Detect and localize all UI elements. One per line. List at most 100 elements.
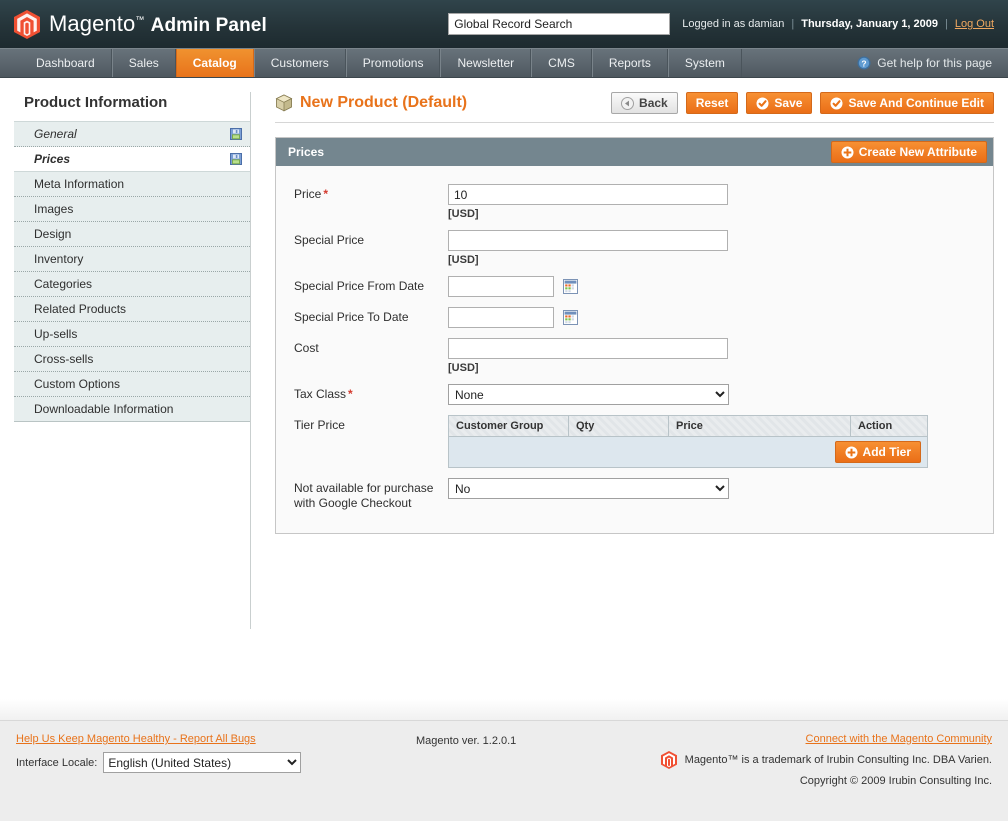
tax-class-label: Tax Class * [276, 384, 448, 405]
reset-button-label: Reset [695, 96, 729, 110]
footer-right: Connect with the Magento Community Magen… [660, 733, 992, 821]
price-input[interactable] [448, 184, 728, 205]
brand-trademark: ™ [135, 14, 145, 25]
field-row-special-from-date: Special Price From Date [276, 276, 993, 297]
sidebar-item-design[interactable]: Design [14, 222, 250, 247]
nav-item-system[interactable]: System [667, 49, 742, 77]
field-row-special-price: Special Price [USD] [276, 230, 993, 266]
special-price-from-date-label: Special Price From Date [294, 279, 425, 293]
sidebar-item-inventory[interactable]: Inventory [14, 247, 250, 272]
special-price-from-date-control [448, 276, 993, 297]
help-question-icon: ? [857, 56, 871, 70]
nav-item-promotions[interactable]: Promotions [345, 49, 441, 77]
sidebar-item-up-sells[interactable]: Up-sells [14, 322, 250, 347]
magento-community-link[interactable]: Connect with the Magento Community [806, 733, 992, 745]
field-row-price: Price* [USD] [276, 184, 993, 220]
nav-item-customers[interactable]: Customers [253, 49, 346, 77]
sidebar-item-general[interactable]: General [14, 122, 250, 147]
meta-separator-1: | [791, 18, 795, 30]
brand-title: Magento™ Admin Panel [49, 11, 267, 37]
cost-currency-note: [USD] [448, 362, 479, 374]
content-column: New Product (Default) Back Reset Save Sa… [250, 92, 994, 629]
price-label-text: Price [294, 187, 322, 201]
field-row-cost: Cost [USD] [276, 338, 993, 374]
sidebar-tab-list: General Prices Meta Information Images D… [14, 121, 250, 422]
calendar-icon[interactable] [563, 278, 579, 294]
save-and-continue-button-label: Save And Continue Edit [848, 96, 984, 110]
special-price-input[interactable] [448, 230, 728, 251]
cost-input[interactable] [448, 338, 728, 359]
cost-label: Cost [294, 341, 319, 355]
main-navigation: Dashboard Sales Catalog Customers Promot… [0, 48, 1008, 78]
calendar-icon[interactable] [563, 309, 579, 325]
tier-col-price: Price [668, 415, 851, 437]
field-row-tax-class: Tax Class * None [276, 384, 993, 405]
tier-col-customer-group: Customer Group [448, 415, 569, 437]
google-checkout-control: No [448, 478, 993, 511]
sidebar-item-custom-options[interactable]: Custom Options [14, 372, 250, 397]
save-button-label: Save [774, 96, 803, 110]
sidebar-item-categories[interactable]: Categories [14, 272, 250, 297]
prices-panel: Prices Create New Attribute Price * 10 [… [275, 137, 994, 534]
footer-trademark-row: Magento™ is a trademark of Irubin Consul… [660, 751, 992, 769]
sidebar-item-prices[interactable]: Prices [14, 147, 250, 172]
required-marker: * [348, 387, 353, 401]
nav-item-sales[interactable]: Sales [111, 49, 176, 77]
nav-item-reports[interactable]: Reports [591, 49, 668, 77]
special-price-to-date-input[interactable] [448, 307, 554, 328]
tier-price-table: Customer Group Qty Price Action Add Tier [448, 415, 928, 468]
nav-item-newsletter[interactable]: Newsletter [440, 49, 532, 77]
price-currency-note: [USD] [448, 208, 479, 220]
session-info: Logged in as damian | Thursday, January … [682, 18, 994, 30]
plus-circle-icon [845, 446, 858, 458]
magento-logo-icon [660, 751, 677, 769]
interface-locale-select[interactable]: English (United States) [103, 752, 302, 773]
sidebar-item-meta-information[interactable]: Meta Information [14, 172, 250, 197]
sidebar-item-general-label: General [34, 127, 77, 141]
header-right: Logged in as damian | Thursday, January … [448, 13, 994, 35]
brand-logo: Magento™ Admin Panel [14, 9, 267, 39]
tier-price-empty-row: Add Tier [448, 436, 928, 468]
back-button[interactable]: Back [611, 92, 678, 114]
sidebar-item-related-products[interactable]: Related Products [14, 297, 250, 322]
save-button[interactable]: Save [746, 92, 813, 114]
special-price-to-date-control [448, 307, 993, 328]
report-bugs-link[interactable]: Help Us Keep Magento Healthy - Report Al… [16, 733, 256, 745]
magento-logo-icon [14, 9, 40, 39]
sidebar-item-images[interactable]: Images [14, 197, 250, 222]
reset-button[interactable]: Reset [685, 92, 739, 114]
price-label: Price * [276, 184, 448, 220]
add-tier-button[interactable]: Add Tier [834, 441, 921, 463]
svg-text:?: ? [862, 58, 867, 68]
app-footer: Help Us Keep Magento Healthy - Report Al… [0, 721, 1008, 821]
sidebar-item-cross-sells[interactable]: Cross-sells [14, 347, 250, 372]
global-search-input[interactable] [448, 13, 671, 35]
field-row-tier-price: Tier Price Customer Group Qty Price Acti… [276, 415, 993, 468]
get-help-link[interactable]: ? Get help for this page [857, 49, 1008, 77]
tier-price-header-row: Customer Group Qty Price Action [448, 415, 928, 437]
sidebar-item-downloadable-information[interactable]: Downloadable Information [14, 397, 250, 422]
content-spacer [0, 629, 1008, 699]
tier-price-table-head: Customer Group Qty Price Action [448, 415, 928, 437]
nav-item-catalog[interactable]: Catalog [175, 49, 254, 77]
google-checkout-select[interactable]: No [448, 478, 729, 499]
product-information-sidebar: Product Information General Prices Meta … [14, 92, 250, 629]
special-price-from-date-input[interactable] [448, 276, 554, 297]
add-tier-label: Add Tier [862, 445, 911, 459]
nav-item-dashboard[interactable]: Dashboard [20, 49, 112, 77]
prices-form: Price* [USD] Special Price [USD] Spec [276, 166, 993, 533]
logout-link[interactable]: Log Out [955, 18, 994, 30]
google-checkout-label-line1: Not available for purchase [294, 481, 434, 495]
add-tier-wrap: Add Tier [455, 441, 921, 463]
nav-item-cms[interactable]: CMS [531, 49, 592, 77]
sidebar-title: Product Information [24, 94, 168, 111]
page-action-buttons: Back Reset Save Save And Continue Edit [611, 92, 994, 114]
footer-divider [0, 699, 1008, 721]
save-and-continue-button[interactable]: Save And Continue Edit [820, 92, 994, 114]
create-new-attribute-button[interactable]: Create New Attribute [830, 141, 987, 163]
tax-class-select[interactable]: None [448, 384, 729, 405]
save-disk-icon [230, 128, 242, 140]
footer-left: Help Us Keep Magento Healthy - Report Al… [16, 733, 416, 821]
brand-subtitle: Admin Panel [150, 15, 267, 36]
app-header: Magento™ Admin Panel Logged in as damian… [0, 0, 1008, 48]
